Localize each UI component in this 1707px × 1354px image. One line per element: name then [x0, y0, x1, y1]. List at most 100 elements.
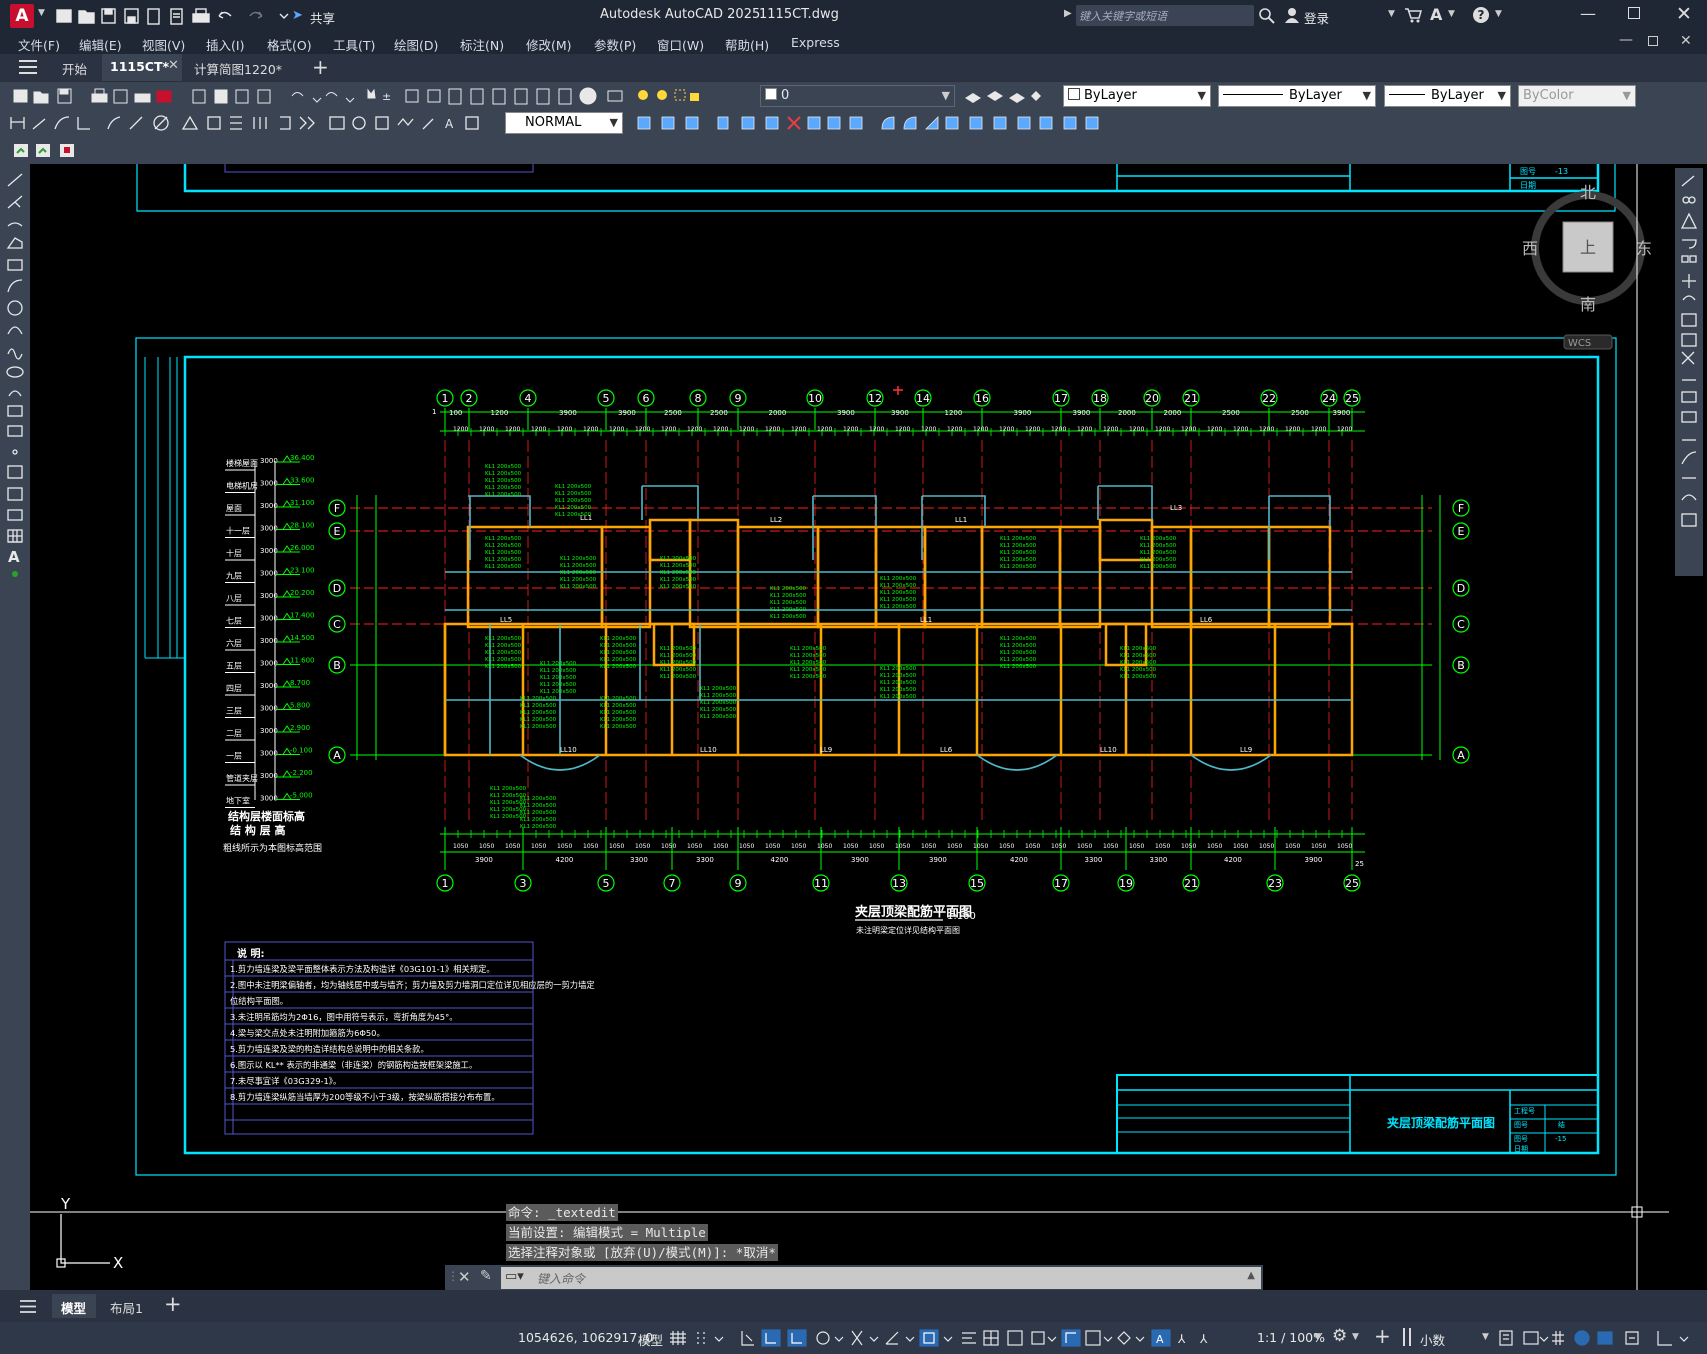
- lineweight-dropdown[interactable]: ByLayer ▼: [1384, 85, 1511, 107]
- menu-view[interactable]: 视图(V): [142, 35, 185, 54]
- doc-minimize-icon[interactable]: —: [1619, 32, 1633, 48]
- login-dropdown-icon[interactable]: ▼: [1388, 9, 1395, 19]
- annotation-monitor-icon[interactable]: +: [1374, 1324, 1391, 1348]
- share-button[interactable]: 共享: [310, 8, 335, 27]
- beam-annotation: KL1 200x500: [600, 650, 637, 656]
- linetype-dropdown[interactable]: ByLayer ▼: [1218, 85, 1376, 107]
- tab-calc-sketch[interactable]: 计算简图1220*: [186, 54, 298, 81]
- axis-label: 5: [603, 877, 610, 890]
- cart-icon[interactable]: [1404, 7, 1422, 23]
- standard-tools-icons[interactable]: ±: [10, 86, 710, 106]
- help-icon[interactable]: ?: [1473, 7, 1489, 23]
- workspace-gear-icon[interactable]: ⚙: [1332, 1326, 1347, 1346]
- search-input[interactable]: 键入关键字或短语: [1076, 5, 1254, 26]
- doc-restore-icon[interactable]: [1648, 36, 1658, 46]
- add-layout-icon[interactable]: +: [164, 1292, 182, 1316]
- command-prompt-icon[interactable]: ▭▾: [505, 1269, 524, 1284]
- menu-modify[interactable]: 修改(M): [526, 35, 572, 54]
- menu-parametric[interactable]: 参数(P): [594, 35, 636, 54]
- command-close-icon[interactable]: ✕: [458, 1268, 471, 1286]
- new-tab-icon[interactable]: +: [312, 55, 329, 79]
- color-dropdown[interactable]: ByLayer ▼: [1063, 85, 1211, 107]
- layout-tab-bar: 模型 布局1 +: [0, 1290, 1707, 1322]
- menu-express[interactable]: Express: [791, 35, 840, 50]
- tab-model[interactable]: 模型: [52, 1294, 96, 1318]
- viewcube-wcs[interactable]: WCS: [1568, 338, 1591, 349]
- layer-dropdown[interactable]: 0 ▼: [760, 85, 955, 107]
- coordinates-readout[interactable]: 1054626, 1062917, 0: [518, 1330, 653, 1345]
- menu-tools[interactable]: 工具(T): [333, 35, 375, 54]
- beam-annotation: KL1 200x500: [485, 485, 522, 491]
- tab-close-icon[interactable]: ✕: [168, 58, 179, 73]
- bottom-dim-text: 3900: [1305, 856, 1323, 864]
- search-expand-icon[interactable]: ▶: [1064, 8, 1072, 19]
- tab-layout1[interactable]: 布局1: [102, 1294, 154, 1318]
- command-history-toggle-icon[interactable]: ▲: [1247, 1270, 1255, 1281]
- dim-small-text: 1200: [791, 426, 806, 433]
- beam-annotation: KL1 200x500: [790, 660, 827, 666]
- ucs-y-label: Y: [60, 1195, 71, 1213]
- menu-format[interactable]: 格式(O): [267, 35, 312, 54]
- menu-dimension[interactable]: 标注(N): [460, 35, 504, 54]
- bottom-dim-text: 4200: [771, 856, 789, 864]
- menu-draw[interactable]: 绘图(D): [394, 35, 438, 54]
- layout-menu-icon[interactable]: [20, 1300, 36, 1313]
- floor-level-name: 九层: [226, 572, 242, 581]
- viewcube-west[interactable]: 西: [1522, 239, 1538, 258]
- maximize-icon[interactable]: [1628, 7, 1640, 19]
- dimension-tools-icons[interactable]: A: [8, 113, 498, 133]
- modify-palette-icons[interactable]: [1680, 174, 1698, 574]
- beam-annotation: KL1 200x500: [660, 653, 697, 659]
- block-tools-icons[interactable]: [12, 141, 82, 161]
- doc-close-icon[interactable]: ✕: [1680, 33, 1692, 49]
- draw-palette-icons[interactable]: A: [5, 170, 27, 630]
- status-tray-icons[interactable]: [1498, 1329, 1698, 1347]
- model-space-button[interactable]: 模型: [638, 1330, 663, 1349]
- layer-tools-icons[interactable]: [962, 86, 1042, 106]
- drafting-toggles-icons[interactable]: A ⅄ ⅄: [670, 1329, 1250, 1347]
- user-icon[interactable]: [1284, 7, 1300, 23]
- autocad-logo-icon[interactable]: A: [10, 4, 34, 28]
- units-dropdown-icon[interactable]: ▼: [1482, 1332, 1489, 1342]
- menu-insert[interactable]: 插入(I): [206, 35, 244, 54]
- units-dropdown[interactable]: 小数: [1420, 1330, 1445, 1349]
- quick-access-toolbar[interactable]: [54, 6, 294, 26]
- top-dim-text: 3900: [559, 409, 577, 417]
- viewcube-face[interactable]: 上: [1580, 238, 1596, 257]
- units-icon[interactable]: [1403, 1328, 1411, 1346]
- a360-dropdown-icon[interactable]: ▼: [1448, 9, 1455, 19]
- command-input[interactable]: ▭▾ 键入命令 ▲: [501, 1267, 1261, 1289]
- floor-level-name: 一层: [226, 752, 242, 761]
- viewcube-north[interactable]: 北: [1580, 183, 1596, 202]
- autodesk-a-icon[interactable]: A: [1430, 5, 1442, 24]
- close-icon[interactable]: ✕: [1676, 3, 1692, 25]
- viewcube[interactable]: 上 北 南 东 西 WCS: [1522, 183, 1652, 350]
- search-icon[interactable]: [1259, 8, 1275, 24]
- app-menu-arrow-icon[interactable]: ▼: [38, 8, 45, 18]
- menu-file[interactable]: 文件(F): [18, 35, 60, 54]
- menu-edit[interactable]: 编辑(E): [79, 35, 122, 54]
- beam-line: [980, 525, 1062, 629]
- modify-tools-icons[interactable]: [628, 113, 1138, 133]
- menu-window[interactable]: 窗口(W): [657, 35, 704, 54]
- tab-1115ct[interactable]: 1115CT* ✕: [102, 54, 182, 81]
- top-dim-text: 2000: [1164, 409, 1182, 417]
- scale-dropdown-icon[interactable]: ▼: [1314, 1332, 1321, 1342]
- top-dim-text: 2000: [769, 409, 787, 417]
- minimize-icon[interactable]: —: [1580, 4, 1596, 23]
- share-icon[interactable]: ➤: [292, 8, 303, 23]
- lineweight-dropdown-value: ByLayer: [1431, 88, 1484, 103]
- dim-small-text: 1200: [583, 426, 598, 433]
- viewcube-east[interactable]: 东: [1636, 239, 1652, 258]
- help-dropdown-icon[interactable]: ▼: [1495, 9, 1502, 19]
- viewcube-south[interactable]: 南: [1580, 295, 1596, 314]
- gear-dropdown-icon[interactable]: ▼: [1352, 1332, 1359, 1342]
- menu-help[interactable]: 帮助(H): [725, 35, 769, 54]
- login-button[interactable]: 登录: [1304, 8, 1329, 27]
- dimstyle-dropdown[interactable]: NORMAL ▼: [505, 112, 623, 134]
- hamburger-menu-icon[interactable]: [19, 60, 37, 74]
- beam-line: [1150, 525, 1193, 629]
- drawing-canvas[interactable]: 图号 -13 日期 夹层顶梁配筋平面图 工程号 图号 图号 日期 结 -15 1…: [30, 164, 1669, 1290]
- tab-start[interactable]: 开始: [52, 54, 102, 81]
- command-customize-icon[interactable]: ✎: [480, 1268, 492, 1284]
